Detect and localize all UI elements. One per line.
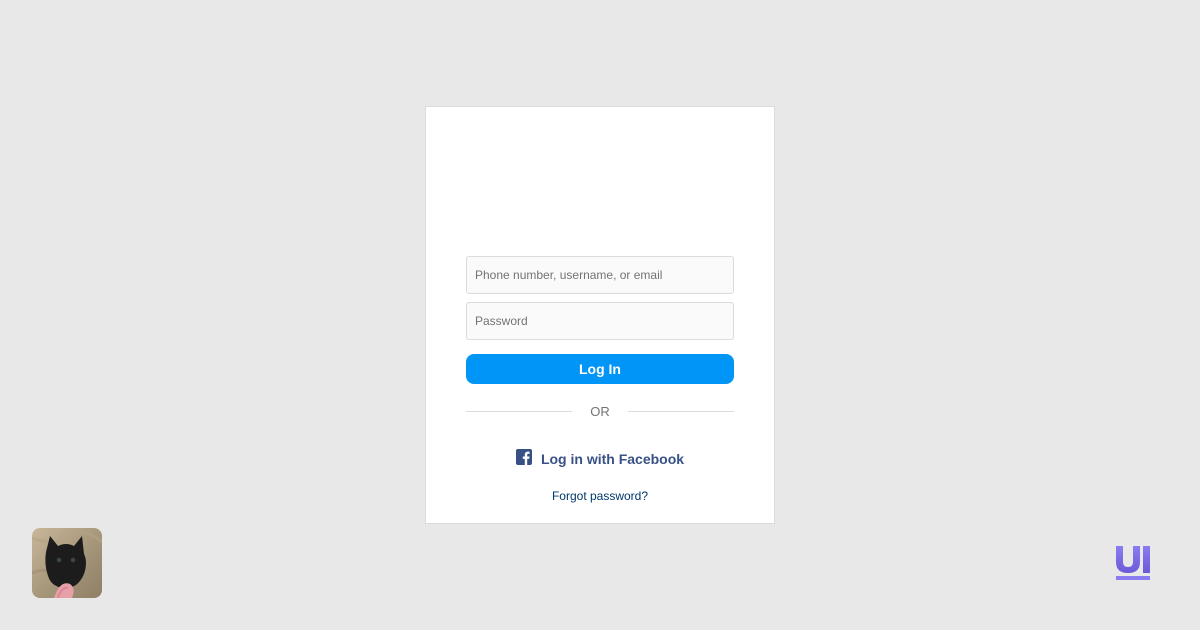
facebook-login-button[interactable]: Log in with Facebook — [466, 448, 734, 470]
avatar — [32, 528, 102, 598]
facebook-login-label: Log in with Facebook — [540, 451, 685, 467]
page: Log In OR Log in with Facebook Forgot pa… — [0, 0, 1200, 630]
or-divider: OR — [466, 403, 734, 419]
forgot-password-link[interactable]: Forgot password? — [466, 489, 734, 503]
login-card: Log In OR Log in with Facebook Forgot pa… — [425, 106, 775, 524]
password-input[interactable] — [466, 302, 734, 340]
corner-ui-logo — [1112, 543, 1154, 583]
login-button[interactable]: Log In — [466, 354, 734, 384]
logo-area — [426, 107, 774, 255]
divider-text: OR — [590, 403, 610, 419]
divider-line-right — [627, 410, 734, 412]
divider-line-left — [466, 410, 573, 412]
username-input[interactable] — [466, 256, 734, 294]
facebook-icon — [515, 449, 532, 465]
